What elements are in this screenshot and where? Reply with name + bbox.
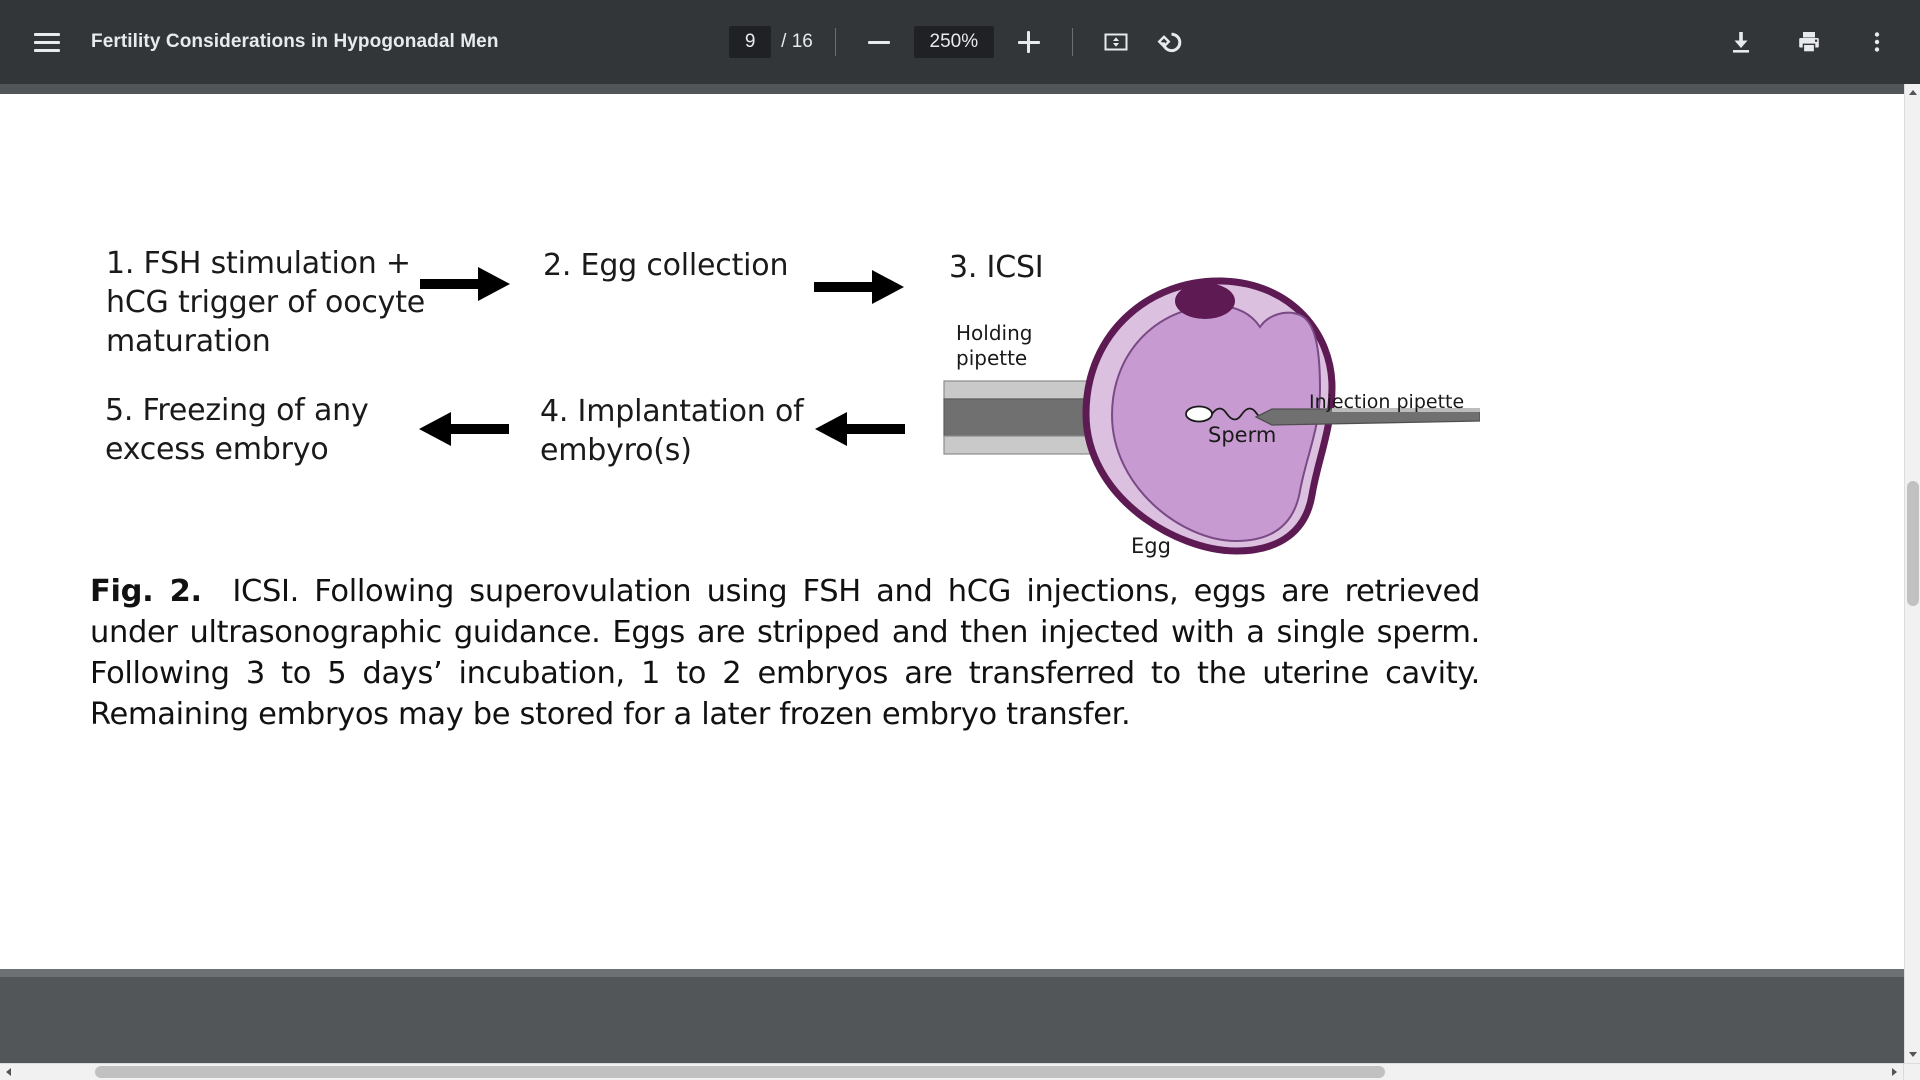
zoom-level-display[interactable]: 250% [913, 26, 994, 58]
holding-pipette-label: Holding pipette [956, 321, 1033, 370]
toolbar-divider [834, 28, 836, 56]
flow-step-4: 4. Implantation of embyro(s) [540, 394, 804, 468]
flow-step-1: 1. FSH stimulation + hCG trigger of oocy… [106, 246, 426, 359]
scroll-down-button[interactable] [1905, 1046, 1920, 1063]
download-icon [1733, 32, 1749, 53]
arrow-step1-to-step2 [420, 267, 510, 301]
pdf-viewer-toolbar: Fertility Considerations in Hypogonadal … [0, 0, 1920, 84]
figure-caption-label: Fig. 2. [90, 574, 202, 609]
vertical-scrollbar-thumb[interactable] [1907, 481, 1919, 606]
scroll-up-button[interactable] [1905, 84, 1920, 101]
print-icon [1799, 32, 1819, 53]
page-total-label: / 16 [781, 31, 813, 52]
fit-to-page-button[interactable] [1095, 21, 1137, 63]
sidebar-toggle-button[interactable] [26, 21, 68, 63]
rotate-counterclockwise-icon [1157, 32, 1182, 53]
zoom-controls: 250% [858, 21, 1050, 63]
egg-label: Egg [1131, 534, 1171, 558]
hamburger-menu-icon [34, 32, 60, 52]
fit-to-page-icon [1104, 33, 1128, 51]
zoom-out-button[interactable] [858, 21, 900, 63]
pdf-page-canvas: 1. FSH stimulation + hCG trigger of oocy… [0, 94, 1904, 969]
document-title: Fertility Considerations in Hypogonadal … [91, 31, 499, 52]
horizontal-scrollbar-thumb[interactable] [95, 1066, 1385, 1078]
page-navigation: / 16 [729, 26, 813, 58]
arrow-step2-to-step3 [814, 270, 904, 304]
arrow-step3-to-step4 [815, 412, 905, 446]
polar-body [1175, 283, 1235, 319]
download-button[interactable] [1720, 21, 1762, 63]
minus-icon [867, 40, 890, 44]
more-options-button[interactable] [1856, 21, 1898, 63]
zoom-in-button[interactable] [1008, 21, 1050, 63]
scroll-right-button[interactable] [1886, 1064, 1903, 1080]
arrow-step4-to-step5 [419, 412, 509, 446]
rotate-counterclockwise-button[interactable] [1149, 21, 1191, 63]
pdf-viewer-area[interactable]: 1. FSH stimulation + hCG trigger of oocy… [0, 84, 1920, 1080]
scrollbar-corner [1903, 1063, 1920, 1080]
more-options-kebab-icon [1874, 32, 1880, 52]
triangle-down-icon [1909, 1052, 1917, 1057]
toolbar-left-group: Fertility Considerations in Hypogonadal … [0, 21, 499, 63]
figure-caption: Fig. 2. ICSI. Following superovulation u… [90, 571, 1480, 735]
flow-step-5: 5. Freezing of any excess embryo [105, 393, 369, 467]
horizontal-scrollbar[interactable] [0, 1063, 1920, 1080]
page-number-input[interactable] [729, 26, 772, 58]
scroll-left-button[interactable] [0, 1064, 17, 1080]
toolbar-right-group [1720, 21, 1898, 63]
injection-pipette-label: Injection pipette [1309, 391, 1465, 413]
toolbar-divider-2 [1071, 28, 1073, 56]
plus-icon [1017, 31, 1040, 53]
triangle-up-icon [1909, 90, 1917, 95]
triangle-right-icon [1892, 1068, 1897, 1076]
vertical-scrollbar[interactable] [1904, 84, 1920, 1080]
figure-caption-text: ICSI. Following superovulation using FSH… [90, 574, 1480, 732]
page-bottom-edge [0, 969, 1904, 977]
sperm-label: Sperm [1208, 423, 1277, 447]
flow-step-2: 2. Egg collection [543, 248, 789, 283]
print-button[interactable] [1788, 21, 1830, 63]
triangle-left-icon [6, 1068, 11, 1076]
